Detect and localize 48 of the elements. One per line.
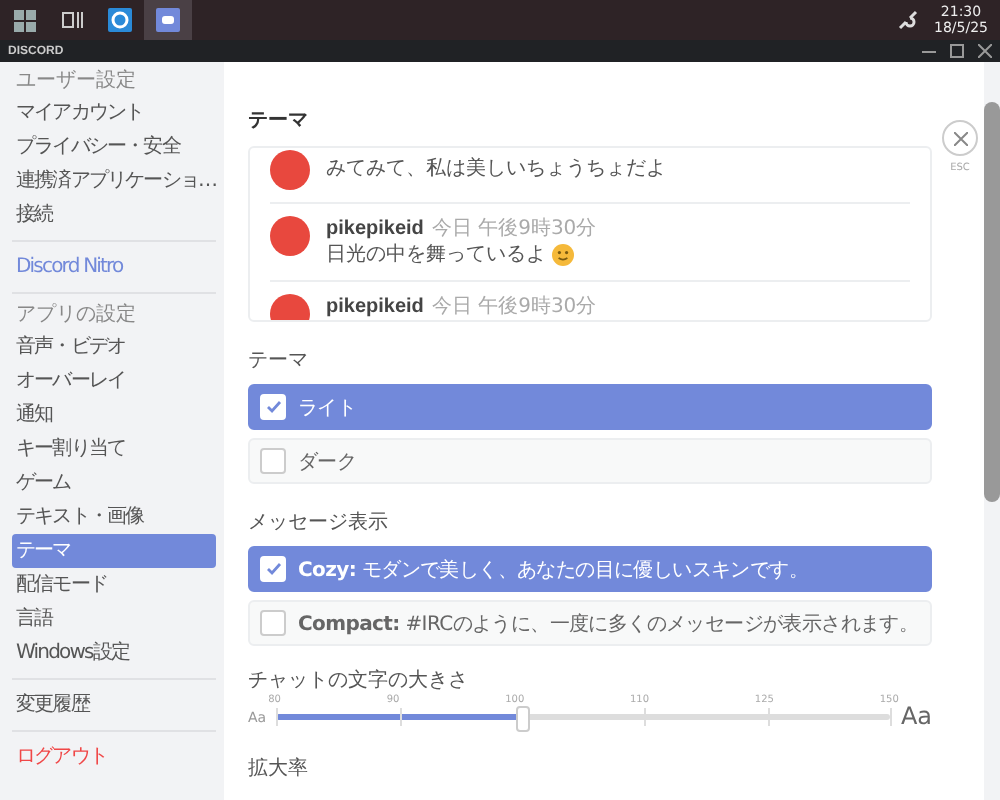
close-button[interactable] <box>942 120 978 156</box>
browser-icon <box>108 8 132 32</box>
checkbox <box>260 610 286 636</box>
timestamp: 今日 午後9時30分 <box>431 294 597 320</box>
avatar <box>270 216 310 256</box>
sidebar-item[interactable]: 音声・ビデオ <box>12 330 216 364</box>
section-header: ユーザー設定 <box>14 68 138 96</box>
slider-track[interactable] <box>276 706 891 728</box>
timestamp: 今日 午後9時30分 <box>431 216 597 242</box>
sidebar-item[interactable]: マイアカウント <box>12 96 216 130</box>
close-icon <box>953 131 967 145</box>
sidebar-item[interactable]: キー割り当て <box>12 432 216 466</box>
sidebar-item[interactable]: 通知 <box>12 398 216 432</box>
sidebar-item[interactable]: オーバーレイ <box>12 364 216 398</box>
avatar <box>270 150 310 190</box>
sidebar-item[interactable]: 配信モード <box>12 568 216 602</box>
large-text-sample: Aa <box>900 702 932 730</box>
windows-icon <box>13 9 35 31</box>
chat-app-icon <box>156 8 180 32</box>
radio-option[interactable]: Compact: #IRCのように、一度に多くのメッセージが表示されます。 <box>248 600 932 646</box>
sidebar-item[interactable]: 変更履歴 <box>12 688 216 722</box>
checkmark-icon <box>265 562 281 576</box>
section-label: メッセージ表示 <box>248 509 390 536</box>
sidebar-item[interactable]: ゲーム <box>12 466 216 500</box>
section-label: テーマ <box>248 348 310 374</box>
checkmark-icon <box>265 400 281 414</box>
slider-thumb[interactable] <box>516 706 531 732</box>
close-icon[interactable] <box>978 44 992 58</box>
message-text: みてみて、私は美しいちょうちょだよ <box>326 156 666 182</box>
username: pikepikeid <box>326 294 424 320</box>
section-label: 拡大率 <box>248 755 310 782</box>
checkbox <box>260 448 286 474</box>
section-label: チャットの文字の大きさ <box>248 667 470 694</box>
sidebar-item[interactable]: プライバシー・安全 <box>12 130 216 164</box>
message-text: 日光の中を舞っているよ <box>326 242 546 268</box>
page-title: テーマ <box>248 108 310 134</box>
username: pikepikeid <box>326 216 424 242</box>
taskbar-button[interactable] <box>144 0 192 40</box>
radio-option[interactable]: ダーク <box>248 438 932 484</box>
section-header: アプリの設定 <box>14 302 138 330</box>
sidebar-item[interactable]: 接続 <box>12 198 216 232</box>
maximize-icon[interactable] <box>950 44 964 58</box>
sidebar-item[interactable]: 言語 <box>12 602 216 636</box>
scrollbar-thumb[interactable] <box>984 102 1000 502</box>
sidebar-item[interactable]: テキスト・画像 <box>12 500 216 534</box>
sidebar-item[interactable]: Windows設定 <box>12 636 216 670</box>
sidebar-item[interactable]: 連携済アプリケーショ… <box>12 164 216 198</box>
task-view-icon <box>60 10 84 30</box>
